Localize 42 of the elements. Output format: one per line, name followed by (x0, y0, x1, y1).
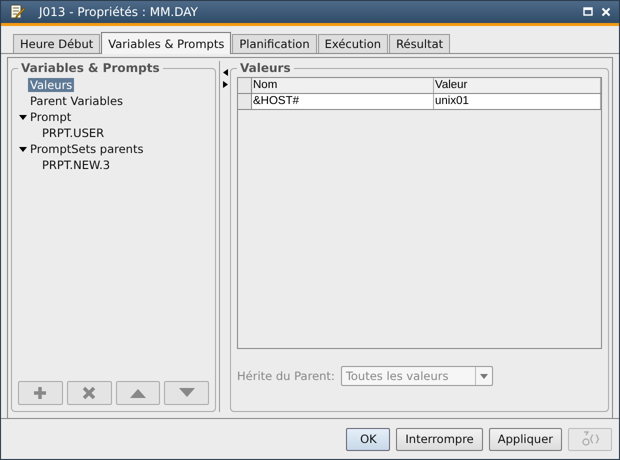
add-button[interactable] (18, 381, 63, 405)
right-arrow-icon[interactable] (222, 81, 228, 88)
move-down-button[interactable] (164, 381, 209, 405)
plus-icon (33, 386, 48, 400)
tree-item[interactable]: PromptSets parents (28, 142, 146, 156)
tab[interactable]: Planification (232, 34, 317, 53)
tab[interactable]: Exécution (318, 34, 388, 53)
tree-item[interactable]: Valeurs (28, 78, 74, 92)
dialog-button[interactable]: Appliquer (488, 428, 562, 450)
tab[interactable]: Heure Début (13, 34, 100, 53)
close-icon[interactable] (601, 7, 611, 17)
tree-item[interactable]: PRPT.NEW.3 (40, 158, 112, 172)
window-title: J013 - Propriétés : MM.DAY (39, 5, 198, 19)
tab[interactable]: Résultat (389, 34, 450, 53)
tab[interactable]: Variables & Prompts (101, 32, 232, 54)
column-header[interactable]: Valeur (434, 78, 601, 93)
dialog-button[interactable]: OK (346, 428, 390, 450)
field-label: Hérite du Parent: (237, 369, 335, 383)
left-arrow-icon[interactable] (222, 69, 228, 76)
dropdown-arrow-icon (480, 374, 488, 378)
up-triangle-icon (130, 388, 146, 398)
expanded-triangle-icon[interactable] (18, 145, 28, 153)
document-pencil-icon (9, 4, 25, 20)
maximize-icon[interactable] (583, 7, 593, 17)
variables-button[interactable] (568, 428, 612, 450)
move-up-button[interactable] (116, 381, 160, 405)
column-header[interactable]: Nom (252, 78, 434, 93)
braces-icon (581, 430, 599, 448)
down-triangle-icon (178, 388, 195, 398)
table-cell: unix01 (434, 94, 601, 109)
tree-item[interactable]: Prompt (28, 110, 74, 124)
row-header[interactable] (238, 94, 252, 109)
group-title: Variables & Prompts (20, 61, 161, 75)
dialog-button[interactable]: Interrompre (396, 428, 483, 450)
tree-item[interactable]: Parent Variables (28, 94, 126, 108)
table-cell: &HOST# (252, 94, 434, 109)
expanded-triangle-icon[interactable] (18, 113, 28, 121)
delete-button[interactable] (66, 381, 112, 405)
x-icon (82, 386, 96, 400)
tree-item[interactable]: PRPT.USER (40, 126, 106, 140)
group-title: Valeurs (239, 61, 292, 75)
corner-header[interactable] (238, 78, 252, 93)
